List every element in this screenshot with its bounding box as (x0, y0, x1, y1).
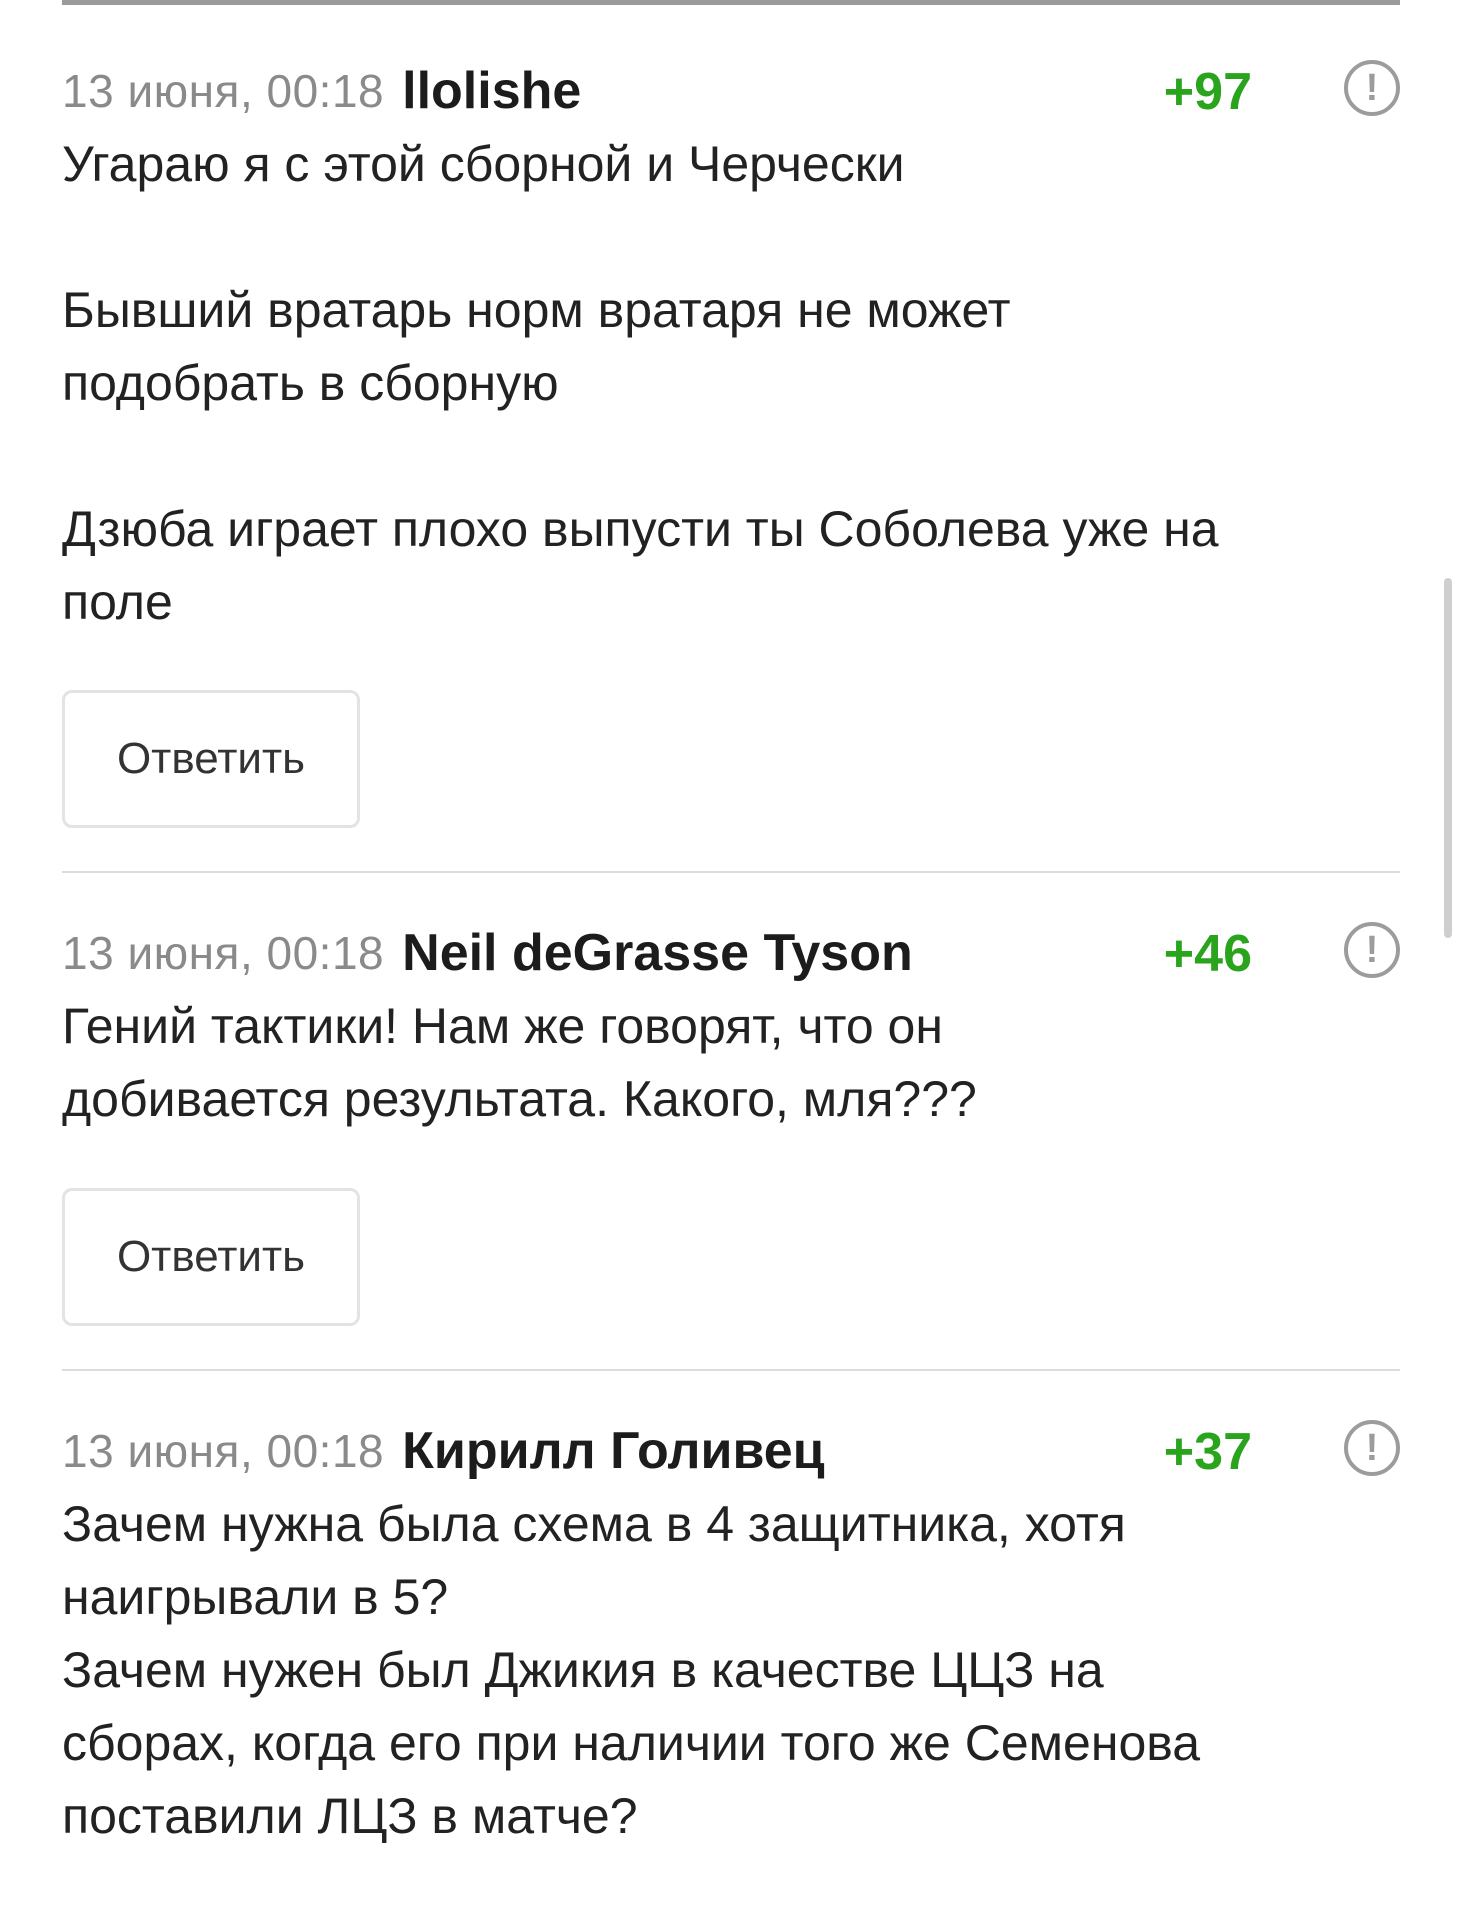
comment-item: 13 июня, 00:18 Neil deGrasse Tyson +46 !… (62, 918, 1400, 1136)
comment-date: 13 июня, 00:18 (62, 65, 385, 117)
comment-divider (62, 1369, 1400, 1371)
reply-button[interactable]: Ответить (62, 690, 360, 828)
reply-button[interactable]: Ответить (62, 1188, 360, 1326)
comment-line: поле (62, 574, 173, 630)
comment-rating[interactable]: +37 (1164, 1422, 1252, 1482)
comment-text: Угараю я с этой сборной и Черчески Бывши… (62, 128, 1400, 639)
comment-item: 13 июня, 00:18 llolishe +97 ! Угараю я с… (62, 56, 1400, 639)
report-icon[interactable]: ! (1344, 1420, 1400, 1476)
comment-line: Гений тактики! Нам же говорят, что он (62, 998, 943, 1054)
report-icon[interactable]: ! (1344, 922, 1400, 978)
comment-rating[interactable]: +46 (1164, 924, 1252, 984)
comment-author[interactable]: Кирилл Голивец (402, 1421, 824, 1481)
report-icon[interactable]: ! (1344, 60, 1400, 116)
top-divider (62, 0, 1400, 5)
comment-line: Зачем нужен был Джикия в качестве ЦЦЗ на (62, 1642, 1104, 1698)
comment-line: поставили ЛЦЗ в матче? (62, 1788, 638, 1844)
comment-line: Бывший вратарь норм вратаря не может (62, 282, 1011, 338)
scrollbar[interactable] (1444, 578, 1452, 938)
comment-text: Гений тактики! Нам же говорят, что он до… (62, 990, 1400, 1136)
comment-line: добивается результата. Какого, мля??? (62, 1071, 977, 1127)
comment-author[interactable]: llolishe (402, 61, 581, 121)
comment-author[interactable]: Neil deGrasse Tyson (402, 923, 913, 983)
comment-header: 13 июня, 00:18 llolishe +97 ! (62, 56, 1400, 126)
comment-header: 13 июня, 00:18 Кирилл Голивец +37 ! (62, 1416, 1400, 1486)
comment-date: 13 июня, 00:18 (62, 927, 385, 979)
comment-line: Дзюба играет плохо выпусти ты Соболева у… (62, 501, 1219, 557)
comment-divider (62, 871, 1400, 873)
comment-rating[interactable]: +97 (1164, 62, 1252, 122)
comment-header: 13 июня, 00:18 Neil deGrasse Tyson +46 ! (62, 918, 1400, 988)
comment-line: подобрать в сборную (62, 355, 559, 411)
comment-item: 13 июня, 00:18 Кирилл Голивец +37 ! Заче… (62, 1416, 1400, 1853)
comment-line: Зачем нужна была схема в 4 защитника, хо… (62, 1496, 1126, 1552)
comment-text: Зачем нужна была схема в 4 защитника, хо… (62, 1488, 1400, 1853)
comment-date: 13 июня, 00:18 (62, 1425, 385, 1477)
comment-line: сборах, когда его при наличии того же Се… (62, 1715, 1201, 1771)
comment-line: Угараю я с этой сборной и Черчески (62, 136, 905, 192)
comment-line: наигрывали в 5? (62, 1569, 449, 1625)
